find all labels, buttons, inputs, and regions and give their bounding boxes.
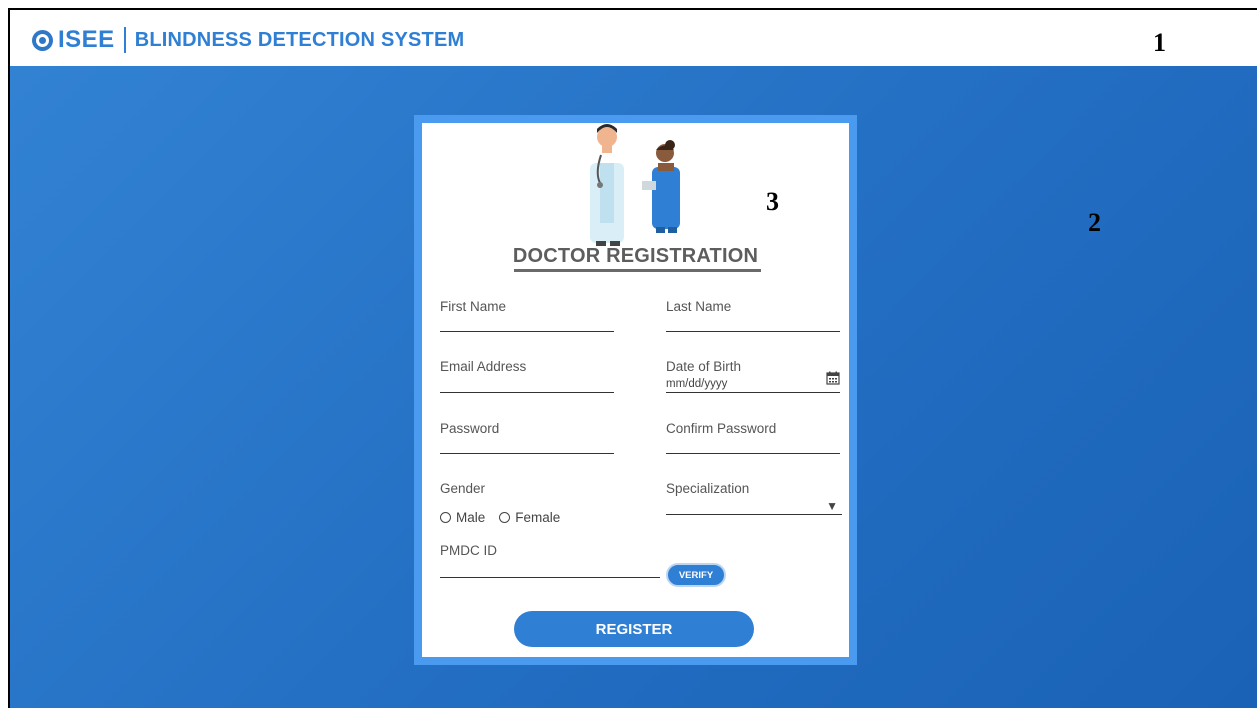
annotation-marker-1: 1 <box>1153 28 1166 57</box>
last-name-underline <box>666 331 840 332</box>
pmdc-id-label: PMDC ID <box>440 543 497 558</box>
annotation-marker-3: 3 <box>766 187 779 216</box>
eye-logo-icon <box>32 29 53 51</box>
logo-divider <box>123 27 126 53</box>
last-name-label: Last Name <box>666 299 732 314</box>
register-button[interactable]: REGISTER <box>514 611 754 647</box>
registration-card: 3 DOCTOR REGISTRATION First Name Last Na… <box>422 123 849 657</box>
verify-button[interactable]: VERIFY <box>666 563 726 587</box>
title-underline <box>514 269 761 272</box>
password-underline <box>440 453 614 454</box>
password-label: Password <box>440 421 500 436</box>
confirm-password-label: Confirm Password <box>666 421 777 436</box>
confirm-password-underline <box>666 453 840 454</box>
page-title: DOCTOR REGISTRATION <box>512 245 759 267</box>
gender-female-radio[interactable] <box>499 512 511 523</box>
date-of-birth-placeholder: mm/dd/yyyy <box>666 378 728 390</box>
first-name-label: First Name <box>440 299 507 314</box>
first-name-underline <box>440 331 614 332</box>
date-of-birth-label: Date of Birth <box>666 359 742 374</box>
doctors-illustration <box>590 124 680 246</box>
email-underline <box>440 392 614 393</box>
dropdown-caret-icon[interactable]: ▼ <box>826 499 838 513</box>
app-logo[interactable]: ISEE BLINDNESS DETECTION SYSTEM <box>32 26 464 54</box>
gender-male-label[interactable]: Male <box>456 510 485 525</box>
specialization-select[interactable]: Specialization ▼ <box>666 481 842 517</box>
top-bar: ISEE BLINDNESS DETECTION SYSTEM <box>10 10 1257 66</box>
gender-label: Gender <box>440 481 486 496</box>
calendar-icon[interactable] <box>826 371 840 385</box>
password-field[interactable]: Password <box>440 421 614 455</box>
first-name-field[interactable]: First Name <box>440 299 614 333</box>
gender-male-radio[interactable] <box>440 512 451 523</box>
last-name-field[interactable]: Last Name <box>666 299 840 333</box>
email-field[interactable]: Email Address <box>440 359 614 393</box>
specialization-underline <box>666 514 842 515</box>
annotation-marker-2: 2 <box>1088 208 1101 237</box>
email-label: Email Address <box>440 359 527 374</box>
app-title: BLINDNESS DETECTION SYSTEM <box>134 28 465 51</box>
confirm-password-field[interactable]: Confirm Password <box>666 421 840 455</box>
date-of-birth-field[interactable]: Date of Birth mm/dd/yyyy <box>666 359 840 393</box>
gender-options: Male Female <box>440 510 574 525</box>
pmdc-id-field[interactable]: PMDC ID <box>440 543 660 579</box>
registration-card-border: 3 DOCTOR REGISTRATION First Name Last Na… <box>414 115 857 665</box>
specialization-label: Specialization <box>666 481 750 496</box>
logo-text: ISEE <box>58 26 115 53</box>
pmdc-id-underline <box>440 577 660 578</box>
date-of-birth-underline <box>666 392 840 393</box>
gender-female-label[interactable]: Female <box>515 510 560 525</box>
